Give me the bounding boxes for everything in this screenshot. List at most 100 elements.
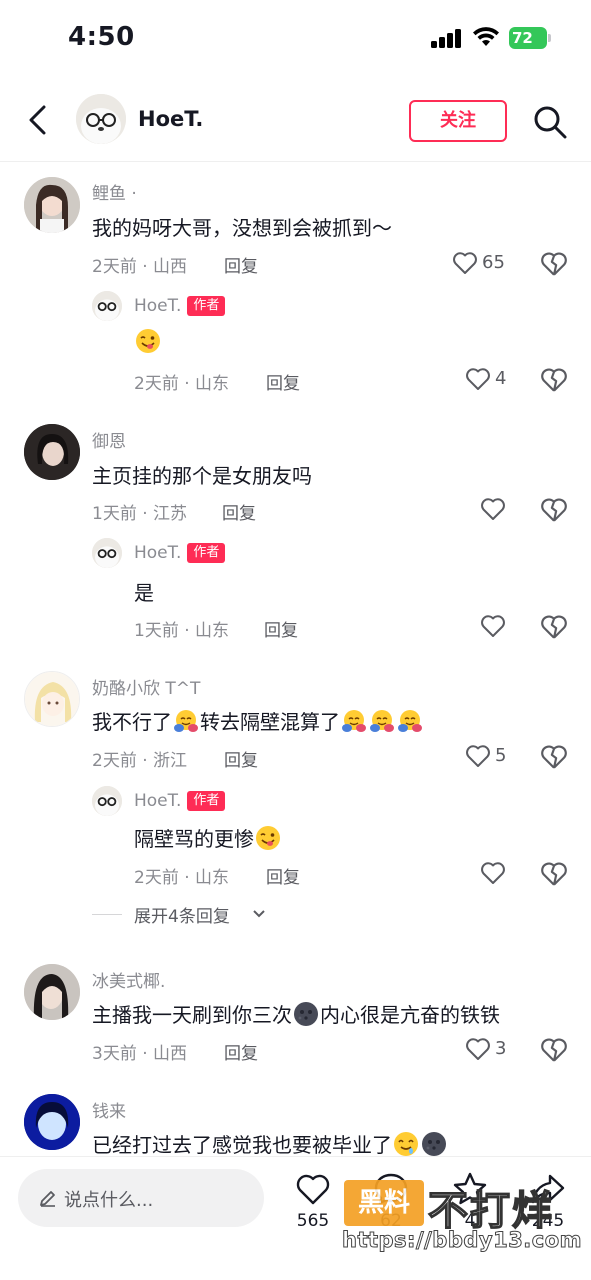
dislike-broken-heart-icon[interactable] (540, 743, 568, 771)
comment-meta: 2天前 · 浙江 (92, 751, 188, 771)
reply-meta: 2天前 · 山东 (134, 374, 230, 394)
reply-button[interactable]: 回复 (266, 863, 300, 888)
comment-meta: 2天前 · 山西 (92, 257, 188, 277)
author-avatar[interactable] (92, 786, 122, 816)
heart-icon (466, 1038, 490, 1060)
battery-level: 72 (509, 27, 547, 49)
search-icon[interactable] (532, 104, 568, 140)
reply-meta: 1天前 · 山东 (134, 621, 230, 641)
reply-button[interactable]: 回复 (224, 252, 258, 277)
dislike-broken-heart-icon[interactable] (540, 860, 568, 888)
profile-header: HoeT. 关注 (0, 80, 591, 162)
profile-name[interactable]: HoeT. (138, 107, 203, 131)
reply-text (134, 328, 162, 354)
reply-button[interactable]: 回复 (224, 1039, 258, 1064)
comment-username[interactable]: 鲤鱼 · (92, 179, 137, 204)
author-avatar[interactable] (92, 291, 122, 321)
user-avatar[interactable] (24, 671, 80, 727)
expand-replies-label: 展开4条回复 (134, 907, 230, 927)
author-name[interactable]: HoeT. (134, 296, 181, 316)
follow-button[interactable]: 关注 (409, 100, 507, 142)
like-count: 65 (482, 252, 505, 273)
comment-username[interactable]: 御恩 (92, 427, 126, 452)
status-time: 4:50 (68, 22, 135, 52)
comment-text-part: 主播我一天刷到你三次 (92, 1003, 292, 1027)
comment-text: 主播我一天刷到你三次 内心很是亢奋的铁铁 (92, 999, 500, 1028)
reply-text: 隔壁骂的更惨 (134, 823, 282, 852)
reply-button[interactable]: 回复 (266, 369, 300, 394)
like-button[interactable]: 4 (465, 366, 535, 394)
like-action[interactable]: 565 (288, 1171, 338, 1241)
user-avatar[interactable] (24, 1094, 80, 1150)
pencil-icon (40, 1191, 55, 1207)
like-count: 5 (495, 745, 507, 766)
divider-line (92, 914, 122, 915)
comment-username[interactable]: 奶酪小欣 T^T (92, 674, 200, 699)
comment-text-part: 内心很是亢奋的铁铁 (320, 1003, 500, 1027)
hugging-face-emoji-icon (398, 710, 422, 732)
user-avatar[interactable] (24, 964, 80, 1020)
like-button[interactable]: 5 (465, 743, 535, 771)
dark-moon-face-emoji-icon (422, 1132, 446, 1156)
hugging-face-emoji-icon (342, 710, 366, 732)
reply-button[interactable]: 回复 (264, 616, 298, 641)
comment-input-placeholder: 说点什么... (64, 1190, 154, 1211)
reply-username: HoeT. 作者 (134, 543, 226, 563)
author-avatar[interactable] (92, 538, 122, 568)
hugging-face-emoji-icon (370, 710, 394, 732)
author-badge: 作者 (187, 543, 226, 563)
comment-meta: 3天前 · 山西 (92, 1044, 188, 1064)
heart-icon (453, 252, 477, 274)
reply-text-part: 隔壁骂的更惨 (134, 827, 254, 851)
comment-text: 主页挂的那个是女朋友吗 (92, 464, 312, 488)
author-name[interactable]: HoeT. (134, 791, 181, 811)
like-count: 3 (495, 1038, 507, 1059)
heart-icon (466, 368, 490, 390)
comment-text-part: 转去隔壁混算了 (200, 710, 340, 734)
watermark-overlay: 黑料 不打烊 https://bbdy13.com (340, 1180, 583, 1270)
chevron-down-icon (253, 910, 265, 918)
dislike-broken-heart-icon[interactable] (540, 613, 568, 641)
heart-icon (481, 862, 505, 884)
dislike-broken-heart-icon[interactable] (540, 366, 568, 394)
reply-button[interactable]: 回复 (224, 746, 258, 771)
drooling-face-emoji-icon (394, 1132, 418, 1156)
battery-tip (548, 34, 551, 42)
hugging-face-emoji-icon (174, 710, 198, 732)
reply-button[interactable]: 回复 (222, 499, 256, 524)
dark-moon-face-emoji-icon (294, 1002, 318, 1026)
comment-text: 我不行了 转去隔壁混算了 (92, 706, 424, 735)
comment-username[interactable]: 钱来 (92, 1097, 126, 1122)
watermark-url: https://bbdy13.com (341, 1228, 583, 1253)
reply-username: HoeT. 作者 (134, 296, 226, 316)
user-avatar[interactable] (24, 424, 80, 480)
author-name[interactable]: HoeT. (134, 543, 181, 563)
cellular-signal-icon (431, 28, 463, 48)
dislike-broken-heart-icon[interactable] (540, 1036, 568, 1064)
like-count: 4 (495, 368, 507, 389)
dislike-broken-heart-icon[interactable] (540, 250, 568, 278)
watermark-logo-box: 黑料 (344, 1180, 424, 1226)
profile-avatar[interactable] (76, 94, 126, 144)
glasses-bear-avatar-icon (76, 94, 126, 144)
like-total: 565 (296, 1211, 330, 1231)
heart-icon (481, 615, 505, 637)
back-arrow-icon[interactable] (24, 102, 54, 138)
comment-text: 我的妈呀大哥，没想到会被抓到～ (92, 216, 392, 240)
reply-meta: 2天前 · 山东 (134, 868, 230, 888)
reply-username: HoeT. 作者 (134, 791, 226, 811)
wifi-icon (473, 27, 499, 46)
status-bar: 4:50 72 (0, 0, 591, 80)
dislike-broken-heart-icon[interactable] (540, 496, 568, 524)
comment-input[interactable]: 说点什么... (18, 1169, 264, 1227)
winking-tongue-emoji-icon (256, 826, 280, 850)
user-avatar[interactable] (24, 177, 80, 233)
comment-meta: 1天前 · 江苏 (92, 504, 188, 524)
heart-icon (466, 745, 490, 767)
comment-username[interactable]: 冰美式椰. (92, 967, 165, 992)
author-badge: 作者 (187, 296, 226, 316)
like-button[interactable]: 65 (452, 250, 522, 278)
comment-text-part: 已经打过去了感觉我也要被毕业了 (92, 1133, 392, 1157)
like-button[interactable]: 3 (465, 1036, 535, 1064)
author-badge: 作者 (187, 791, 226, 811)
